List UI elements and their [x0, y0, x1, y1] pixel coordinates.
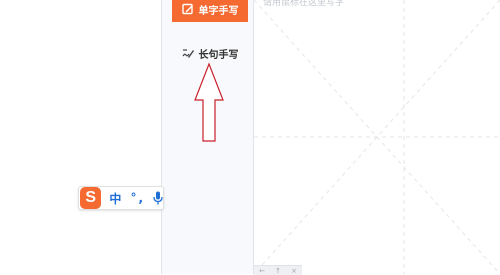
single-char-mode-label: 单字手写	[198, 5, 239, 17]
sogou-logo[interactable]: S	[80, 187, 102, 209]
backspace-button[interactable]: ←	[259, 267, 265, 275]
edit-pen-icon	[181, 3, 194, 15]
ime-punctuation-toggle[interactable]: °,	[130, 191, 145, 205]
ime-status-bar[interactable]: S 中 °,	[78, 186, 164, 210]
up-arrow-icon	[194, 62, 224, 142]
writing-guides	[254, 0, 500, 274]
ime-language-toggle[interactable]: 中	[109, 190, 121, 207]
writing-canvas[interactable]: 请用鼠标在这里写字 ← ↑ ×	[254, 0, 500, 275]
up-button[interactable]: ↑	[275, 267, 281, 275]
single-char-mode-button[interactable]: 单字手写	[172, 0, 248, 22]
long-sentence-mode-label: 长句手写	[198, 49, 239, 61]
close-button[interactable]: ×	[291, 267, 297, 275]
handwriting-icon	[182, 47, 194, 59]
microphone-icon[interactable]	[153, 191, 163, 205]
